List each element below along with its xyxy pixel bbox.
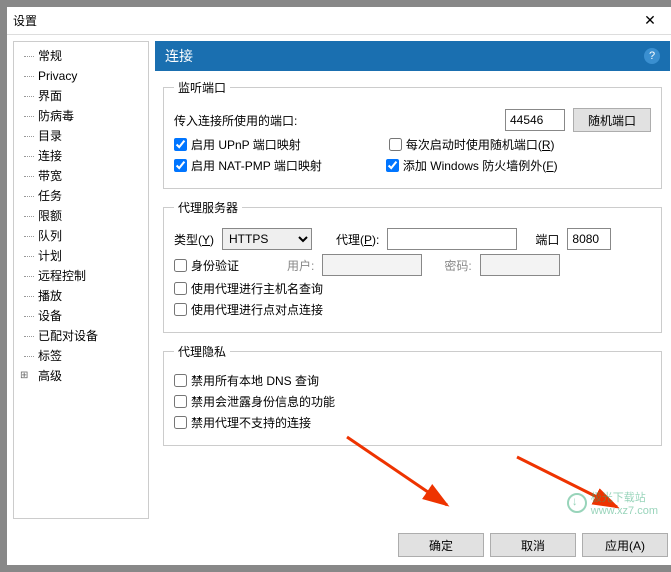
sidebar-item-antivirus[interactable]: 防病毒	[16, 106, 146, 126]
sidebar-item-paired[interactable]: 已配对设备	[16, 326, 146, 346]
sidebar-item-ui[interactable]: 界面	[16, 86, 146, 106]
sidebar-item-general[interactable]: 常规	[16, 46, 146, 66]
disable-unsupported-checkbox[interactable]: 禁用代理不支持的连接	[174, 414, 311, 431]
random-port-button[interactable]: 随机端口	[573, 108, 651, 132]
proxy-legend: 代理服务器	[174, 199, 242, 216]
proxy-host-label: 代理(P):	[336, 231, 379, 248]
proxy-user-input	[322, 254, 422, 276]
proxy-port-input[interactable]	[567, 228, 611, 250]
panel-title: 连接	[165, 46, 644, 66]
proxy-group: 代理服务器 类型(Y) HTTPS 代理(P): 端口 身份验证 用户: 密码:	[163, 199, 662, 333]
sidebar-item-quota[interactable]: 限额	[16, 206, 146, 226]
natpmp-checkbox[interactable]: 启用 NAT-PMP 端口映射	[174, 157, 322, 174]
privacy-legend: 代理隐私	[174, 343, 230, 360]
random-on-start-checkbox[interactable]: 每次启动时使用随机端口(R)	[389, 136, 555, 153]
proxy-type-label: 类型(Y)	[174, 231, 214, 248]
upnp-checkbox[interactable]: 启用 UPnP 端口映射	[174, 136, 301, 153]
panel-header: 连接 ?	[155, 41, 670, 71]
sidebar-item-schedule[interactable]: 计划	[16, 246, 146, 266]
proxy-user-label: 用户:	[287, 257, 314, 274]
settings-tree: 常规 Privacy 界面 防病毒 目录 连接 带宽 任务 限额 队列 计划 远…	[13, 41, 149, 519]
titlebar: 设置 ✕	[7, 7, 671, 35]
disable-leak-checkbox[interactable]: 禁用会泄露身份信息的功能	[174, 393, 335, 410]
window-title: 设置	[13, 12, 630, 29]
sidebar-item-playback[interactable]: 播放	[16, 286, 146, 306]
proxy-pass-input	[480, 254, 560, 276]
proxy-auth-checkbox[interactable]: 身份验证	[174, 257, 239, 274]
proxy-host-input[interactable]	[387, 228, 517, 250]
sidebar-item-directory[interactable]: 目录	[16, 126, 146, 146]
proxy-pass-label: 密码:	[444, 257, 471, 274]
sidebar-item-advanced[interactable]: 高级	[16, 366, 146, 386]
disable-local-dns-checkbox[interactable]: 禁用所有本地 DNS 查询	[174, 372, 319, 389]
sidebar-item-tasks[interactable]: 任务	[16, 186, 146, 206]
proxy-port-label: 端口	[535, 231, 559, 248]
firewall-checkbox[interactable]: 添加 Windows 防火墙例外(F)	[386, 157, 558, 174]
sidebar-item-tags[interactable]: 标签	[16, 346, 146, 366]
dialog-footer: 确定 取消 应用(A)	[7, 525, 671, 565]
sidebar-item-remote[interactable]: 远程控制	[16, 266, 146, 286]
incoming-port-label: 传入连接所使用的端口:	[174, 112, 497, 129]
sidebar-item-queue[interactable]: 队列	[16, 226, 146, 246]
incoming-port-input[interactable]	[505, 109, 565, 131]
proxy-p2p-checkbox[interactable]: 使用代理进行点对点连接	[174, 301, 323, 318]
sidebar-item-device[interactable]: 设备	[16, 306, 146, 326]
listen-legend: 监听端口	[174, 79, 230, 96]
close-button[interactable]: ✕	[630, 7, 670, 35]
cancel-button[interactable]: 取消	[490, 533, 576, 557]
listen-port-group: 监听端口 传入连接所使用的端口: 随机端口 启用 UPnP 端口映射 每次启动时…	[163, 79, 662, 189]
apply-button[interactable]: 应用(A)	[582, 533, 668, 557]
ok-button[interactable]: 确定	[398, 533, 484, 557]
sidebar-item-connection[interactable]: 连接	[16, 146, 146, 166]
help-icon[interactable]: ?	[644, 48, 660, 64]
proxy-type-select[interactable]: HTTPS	[222, 228, 312, 250]
sidebar-item-bandwidth[interactable]: 带宽	[16, 166, 146, 186]
proxy-privacy-group: 代理隐私 禁用所有本地 DNS 查询 禁用会泄露身份信息的功能 禁用代理不支持的…	[163, 343, 662, 446]
proxy-hostname-checkbox[interactable]: 使用代理进行主机名查询	[174, 280, 323, 297]
sidebar-item-privacy[interactable]: Privacy	[16, 66, 146, 86]
